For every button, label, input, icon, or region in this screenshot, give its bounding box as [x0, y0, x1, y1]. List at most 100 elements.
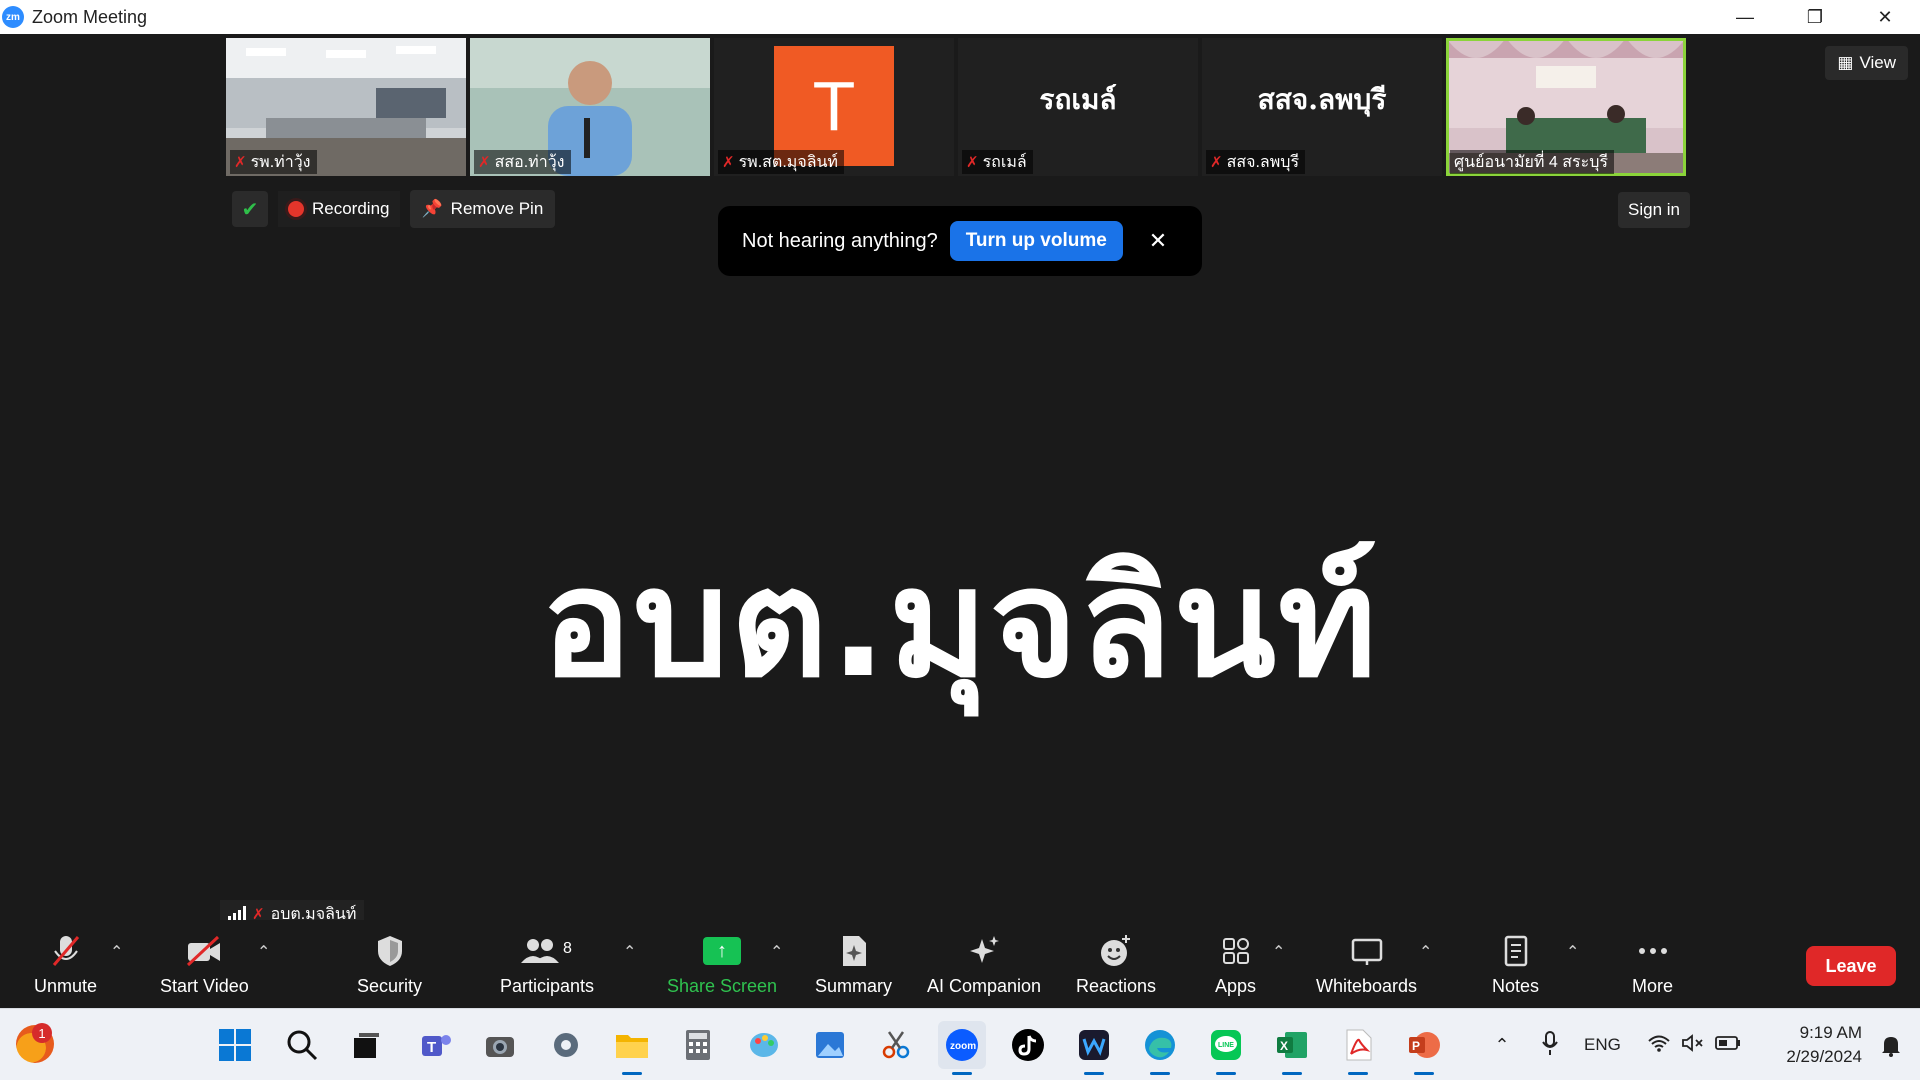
audio-options-caret-icon[interactable]: ⌃: [110, 942, 123, 962]
wifi-icon[interactable]: [1647, 1033, 1671, 1058]
participant-display-name: รถเมล์: [1039, 83, 1117, 116]
participant-thumbnail[interactable]: ✗ สสอ.ท่าวุ้ง: [470, 38, 710, 176]
reactions-button[interactable]: Reactions: [1076, 932, 1156, 997]
taskbar-camera[interactable]: [476, 1021, 524, 1069]
apps-options-caret-icon[interactable]: ⌃: [1272, 942, 1285, 962]
microphone-icon[interactable]: [1540, 1030, 1562, 1061]
more-dots-icon: [1635, 932, 1671, 970]
teams-icon: T: [422, 1035, 451, 1056]
remove-pin-button[interactable]: 📌 Remove Pin: [409, 190, 556, 228]
toast-close-icon[interactable]: ✕: [1149, 228, 1167, 254]
task-view-button[interactable]: [342, 1021, 390, 1069]
svg-text:zoom: zoom: [950, 1041, 976, 1052]
turn-up-volume-button[interactable]: Turn up volume: [949, 221, 1123, 261]
participant-thumbnail[interactable]: ✗ รพ.ท่าวุ้ง: [226, 38, 466, 176]
running-indicator: [1348, 1072, 1368, 1075]
taskbar-teams[interactable]: T: [412, 1021, 460, 1069]
participant-name: ✗ สสจ.ลพบุรี: [1206, 150, 1306, 174]
participant-thumbnail[interactable]: สสจ.ลพบุรี ✗ สสจ.ลพบุรี: [1202, 38, 1442, 176]
taskbar-line[interactable]: LINE: [1202, 1021, 1250, 1075]
summary-icon: [838, 932, 870, 970]
muted-mic-icon: ✗: [1210, 154, 1223, 171]
task-view-icon: [354, 1033, 379, 1058]
audio-toast: Not hearing anything? Turn up volume ✕: [718, 206, 1202, 276]
edge-icon: [1145, 1030, 1175, 1060]
participant-thumbnail[interactable]: T ✗ รพ.สต.มุจลินท์: [714, 38, 954, 176]
taskbar-powerpoint[interactable]: P: [1400, 1021, 1448, 1075]
active-speaker-name: อบต.มุจลินท์: [541, 537, 1379, 711]
taskbar-photos[interactable]: [806, 1021, 854, 1069]
participants-button[interactable]: 8 Participants: [500, 932, 594, 997]
folder-icon: [616, 1035, 648, 1058]
summary-label: Summary: [815, 976, 893, 996]
taskbar-tiktok[interactable]: [1004, 1021, 1052, 1069]
system-clock[interactable]: 9:19 AM 2/29/2024: [1786, 1021, 1862, 1069]
apps-button[interactable]: Apps: [1215, 932, 1256, 997]
windows-logo-icon: [219, 1029, 251, 1061]
participant-display-name: สสจ.ลพบุรี: [1257, 83, 1387, 116]
more-button[interactable]: More: [1632, 932, 1673, 997]
pin-icon: 📌: [421, 199, 443, 218]
participant-thumbnail[interactable]: รถเมล์ ✗ รถเมล์: [958, 38, 1198, 176]
taskbar-excel[interactable]: X: [1268, 1021, 1316, 1075]
line-app-icon: LINE: [1211, 1030, 1241, 1060]
taskbar-edge[interactable]: [1136, 1021, 1184, 1075]
notes-options-caret-icon[interactable]: ⌃: [1566, 942, 1579, 962]
taskbar-acrobat[interactable]: [1334, 1021, 1382, 1075]
taskbar-settings[interactable]: [542, 1021, 590, 1069]
security-button[interactable]: Security: [357, 932, 422, 997]
chevron-up-icon[interactable]: ⌃: [1488, 1035, 1516, 1056]
taskbar-snipping-tool[interactable]: [872, 1021, 920, 1069]
speaker-muted-icon[interactable]: [1681, 1033, 1705, 1058]
participant-thumbnail-active-speaker[interactable]: ศูนย์อนามัยที่ 4 สระบุรี: [1446, 38, 1686, 176]
minimize-button[interactable]: —: [1710, 0, 1780, 34]
close-button[interactable]: ✕: [1850, 0, 1920, 34]
pdf-icon: [1346, 1029, 1372, 1061]
participants-options-caret-icon[interactable]: ⌃: [623, 942, 636, 962]
search-button[interactable]: [278, 1021, 326, 1069]
video-options-caret-icon[interactable]: ⌃: [257, 942, 270, 962]
start-video-button[interactable]: Start Video: [160, 932, 249, 997]
share-screen-button[interactable]: ↑ Share Screen: [667, 932, 777, 997]
muted-mic-icon: [48, 932, 84, 970]
participant-name-text: รถเมล์: [982, 153, 1027, 171]
muted-mic-icon: ✗: [234, 154, 247, 171]
taskbar-paint[interactable]: [740, 1021, 788, 1069]
unmute-button[interactable]: Unmute: [34, 932, 97, 997]
apps-label: Apps: [1215, 976, 1257, 996]
start-button[interactable]: [211, 1021, 259, 1069]
share-options-caret-icon[interactable]: ⌃: [770, 942, 783, 962]
gear-icon: [554, 1033, 578, 1057]
meeting-status-row: ✔ Recording 📌 Remove Pin: [232, 190, 556, 228]
meeting-toolbar: Unmute ⌃ Start Video ⌃ Security 8 Partic…: [0, 920, 1920, 1008]
sparkle-icon: [966, 932, 1002, 970]
view-button[interactable]: ▦ View: [1825, 46, 1908, 80]
sign-in-button[interactable]: Sign in: [1618, 192, 1690, 228]
meeting-area: ✗ รพ.ท่าวุ้ง ✗ สสอ.ท่าวุ้ง T ✗ รพ.สต.มุจลิน…: [0, 34, 1920, 1008]
share-screen-icon: ↑: [703, 932, 742, 970]
language-indicator[interactable]: ENG: [1584, 1035, 1621, 1055]
recording-indicator[interactable]: Recording: [278, 191, 400, 227]
participant-name-text: สสอ.ท่าวุ้ง: [494, 153, 565, 171]
battery-icon[interactable]: [1714, 1035, 1741, 1056]
encryption-shield-icon[interactable]: ✔: [232, 191, 268, 227]
unmute-label: Unmute: [34, 976, 98, 996]
summary-button[interactable]: Summary: [815, 932, 892, 997]
taskbar-webex[interactable]: [1070, 1021, 1118, 1075]
notes-button[interactable]: Notes: [1492, 932, 1539, 997]
taskbar-calculator[interactable]: [674, 1021, 722, 1069]
whiteboards-options-caret-icon[interactable]: ⌃: [1419, 942, 1432, 962]
notification-bell-icon[interactable]: [1880, 1009, 1902, 1080]
whiteboards-button[interactable]: Whiteboards: [1316, 932, 1417, 997]
thumbnail-strip: ✗ รพ.ท่าวุ้ง ✗ สสอ.ท่าวุ้ง T ✗ รพ.สต.มุจลิน…: [226, 38, 1686, 176]
remove-pin-label: Remove Pin: [450, 199, 544, 218]
clock-time: 9:19 AM: [1799, 1023, 1862, 1042]
ai-companion-button[interactable]: AI Companion: [927, 932, 1041, 997]
taskbar-file-explorer[interactable]: [608, 1021, 656, 1075]
restore-button[interactable]: ❐: [1780, 0, 1850, 34]
running-indicator: [622, 1072, 642, 1075]
scissors-icon: [882, 1031, 910, 1059]
leave-button[interactable]: Leave: [1806, 946, 1896, 986]
taskbar-zoom[interactable]: zoom: [938, 1021, 986, 1075]
running-indicator: [1414, 1072, 1434, 1075]
